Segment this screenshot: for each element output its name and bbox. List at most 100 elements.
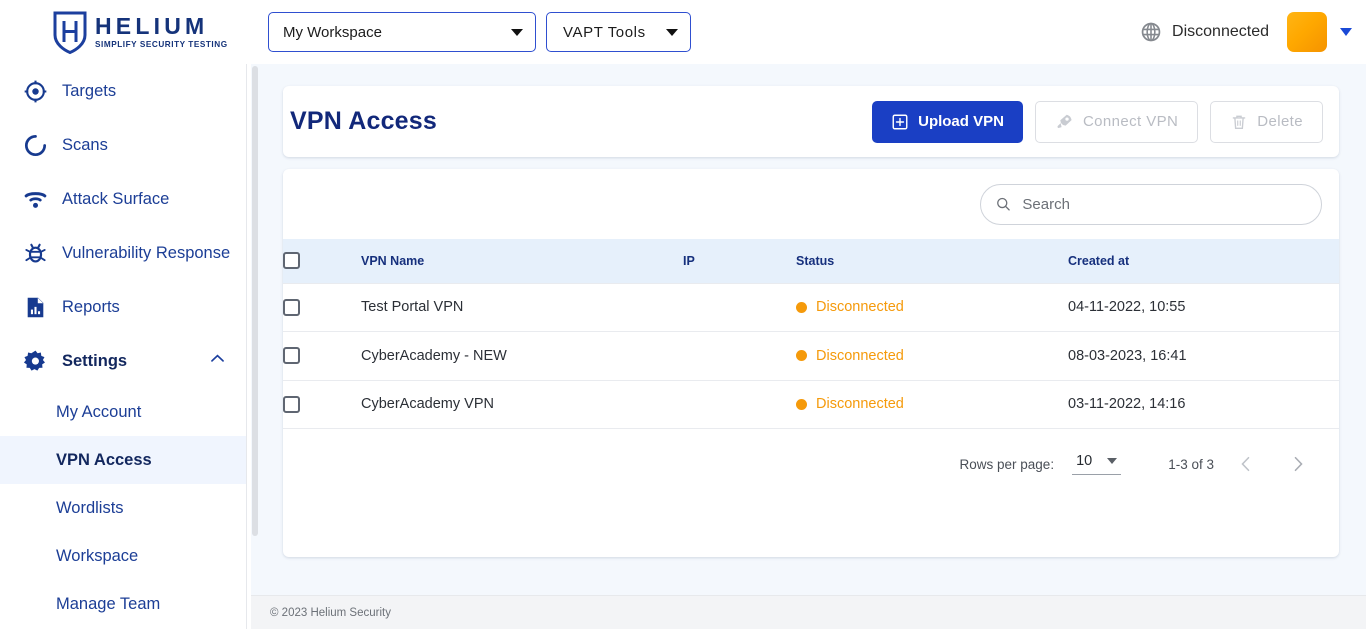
cell-created-at: 04-11-2022, 10:55	[1068, 299, 1186, 316]
upload-vpn-button[interactable]: Upload VPN	[872, 100, 1023, 143]
connect-vpn-label: Connect VPN	[1082, 113, 1179, 130]
rows-per-page-label: Rows per page:	[959, 456, 1055, 472]
table-header-row: VPN Name IP Status Created at	[283, 239, 1339, 283]
next-page-button[interactable]	[1278, 444, 1318, 484]
sidebar-item-label: Attack Surface	[62, 189, 170, 208]
sidebar-item-settings[interactable]: Settings	[0, 334, 249, 388]
column-header-ip[interactable]: IP	[683, 239, 796, 283]
sidebar: Targets Scans Attack Surface Vulnerabili…	[0, 64, 250, 629]
sidebar-subitem-label: VPN Access	[56, 450, 152, 469]
logo-wordmark: HELIUM	[95, 12, 209, 39]
rocket-icon	[1057, 114, 1072, 129]
sidebar-item-reports[interactable]: Reports	[0, 280, 249, 334]
search-input[interactable]	[1022, 195, 1307, 213]
row-checkbox-cell	[283, 283, 361, 332]
pagination-range: 1-3 of 3	[1168, 456, 1214, 472]
sidebar-item-wordlists[interactable]: Wordlists	[0, 484, 249, 532]
search-row	[283, 169, 1339, 239]
avatar-caret-down-icon[interactable]	[1340, 28, 1352, 36]
vapt-tools-select[interactable]: VAPT Tools	[546, 12, 691, 52]
gear-icon	[14, 349, 56, 374]
status-badge: Disconnected	[816, 396, 904, 413]
status-dot-icon	[796, 301, 807, 313]
select-all-checkbox[interactable]	[283, 252, 300, 270]
sidebar-item-vulnerability-response[interactable]: Vulnerability Response	[0, 226, 249, 280]
cell-vpn-name: CyberAcademy - NEW	[361, 347, 507, 364]
top-header-bar: HELIUM SIMPLIFY SECURITY TESTING My Work…	[0, 0, 1366, 64]
sidebar-subitem-label: Manage Team	[56, 594, 161, 613]
chevron-down-icon	[666, 28, 678, 36]
header-right-group: Disconnected	[1140, 0, 1352, 64]
plus-square-icon	[892, 114, 908, 129]
row-checkbox[interactable]	[283, 395, 300, 413]
select-all-cell	[283, 239, 361, 283]
page-header-card: VPN Access Upload VPN Connect VPN Delete	[283, 86, 1339, 157]
cell-created-at: 03-11-2022, 14:16	[1068, 396, 1186, 413]
cell-ip	[683, 380, 796, 429]
sidebar-item-label: Vulnerability Response	[62, 243, 231, 262]
main-content: VPN Access Upload VPN Connect VPN Delete…	[251, 64, 1366, 629]
target-icon	[14, 79, 56, 104]
footer-copyright: © 2023 Helium Security	[270, 606, 391, 619]
row-checkbox-cell	[283, 380, 361, 429]
chevron-up-icon[interactable]	[208, 349, 227, 373]
workspace-select[interactable]: My Workspace	[268, 12, 536, 52]
logo-tagline: SIMPLIFY SECURITY TESTING	[95, 39, 228, 49]
vapt-tools-select-value: VAPT Tools	[563, 23, 646, 41]
sidebar-subitem-label: My Account	[56, 402, 142, 421]
scan-spinner-icon	[14, 133, 56, 158]
row-checkbox[interactable]	[283, 298, 300, 316]
sidebar-item-targets[interactable]: Targets	[0, 64, 249, 118]
search-icon	[997, 197, 1010, 211]
status-dot-icon	[796, 350, 807, 362]
previous-page-button[interactable]	[1226, 444, 1266, 484]
chevron-left-icon	[1241, 456, 1250, 472]
upload-vpn-label: Upload VPN	[918, 113, 1004, 130]
table-row[interactable]: CyberAcademy VPN Disconnected 03-11-2022…	[283, 380, 1339, 429]
radar-wifi-icon	[14, 187, 56, 212]
table-row[interactable]: CyberAcademy - NEW Disconnected 08-03-20…	[283, 332, 1339, 381]
sidebar-item-label: Settings	[62, 351, 128, 370]
cell-status: Disconnected	[796, 283, 1068, 332]
connection-status[interactable]: Disconnected	[1140, 21, 1269, 43]
column-header-created-at[interactable]: Created at	[1068, 239, 1339, 283]
sidebar-subitem-label: Workspace	[56, 546, 139, 565]
column-header-vpn-name[interactable]: VPN Name	[361, 239, 683, 283]
rows-per-page-value: 10	[1076, 453, 1093, 469]
sidebar-item-scans[interactable]: Scans	[0, 118, 249, 172]
delete-label: Delete	[1257, 113, 1303, 130]
report-document-icon	[14, 295, 56, 320]
row-checkbox[interactable]	[283, 347, 300, 365]
main-scrollbar[interactable]	[251, 64, 259, 629]
trash-icon	[1232, 115, 1246, 129]
chevron-down-icon	[511, 28, 523, 36]
column-header-status[interactable]: Status	[796, 239, 1068, 283]
pagination: Rows per page: 10 1-3 of 3	[283, 429, 1339, 499]
sidebar-item-label: Scans	[62, 135, 108, 154]
cell-ip	[683, 283, 796, 332]
sidebar-item-attack-surface[interactable]: Attack Surface	[0, 172, 249, 226]
connect-vpn-button[interactable]: Connect VPN	[1034, 100, 1199, 143]
sidebar-item-vpn-access[interactable]: VPN Access	[0, 436, 249, 484]
cell-status: Disconnected	[796, 380, 1068, 429]
connection-status-text: Disconnected	[1172, 23, 1269, 40]
rows-per-page-select[interactable]: 10	[1072, 453, 1122, 475]
chevron-down-icon	[1107, 458, 1118, 464]
vpn-table-card: VPN Name IP Status Created at Test Porta…	[283, 169, 1339, 557]
cell-status: Disconnected	[796, 332, 1068, 381]
avatar[interactable]	[1287, 12, 1327, 52]
app-logo[interactable]: HELIUM SIMPLIFY SECURITY TESTING	[52, 6, 227, 58]
bug-icon	[14, 241, 56, 266]
sidebar-item-label: Targets	[62, 81, 117, 100]
sidebar-item-workspace[interactable]: Workspace	[0, 532, 249, 580]
page-footer: © 2023 Helium Security	[251, 595, 1366, 629]
search-box[interactable]	[980, 183, 1322, 225]
table-row[interactable]: Test Portal VPN Disconnected 04-11-2022,…	[283, 283, 1339, 332]
row-checkbox-cell	[283, 332, 361, 381]
chevron-right-icon	[1294, 456, 1303, 472]
cell-ip	[683, 332, 796, 381]
sidebar-item-manage-team[interactable]: Manage Team	[0, 580, 249, 628]
sidebar-item-my-account[interactable]: My Account	[0, 388, 249, 436]
sidebar-subitem-label: Wordlists	[56, 498, 124, 517]
delete-button[interactable]: Delete	[1210, 100, 1323, 143]
